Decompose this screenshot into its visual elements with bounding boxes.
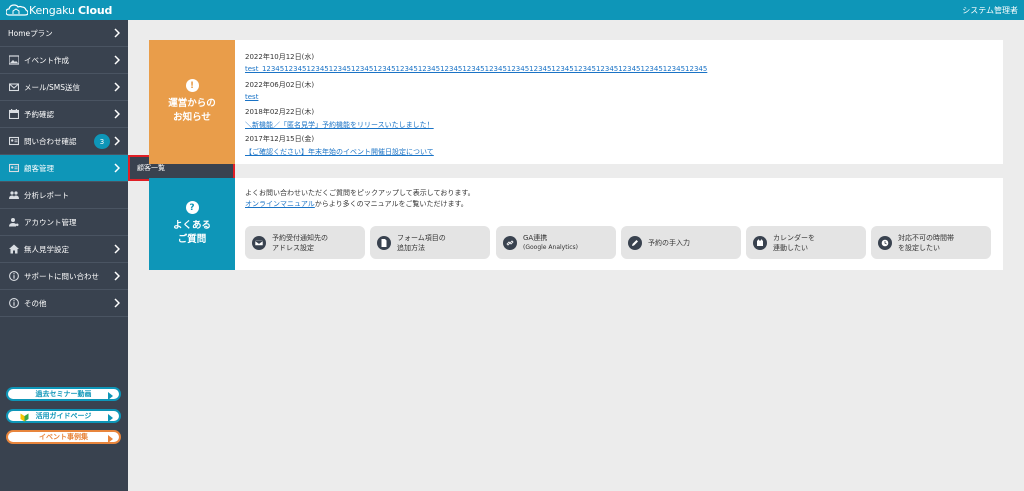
sidebar-item-label: サポートに問い合わせ	[24, 271, 99, 281]
calendar-icon	[753, 235, 767, 250]
sidebar-item-home-plan[interactable]: Homeプラン	[0, 20, 128, 47]
usage-guide-button[interactable]: 活用ガイドページ	[6, 409, 121, 423]
user-gear-icon	[8, 217, 19, 228]
sidebar-item-label: 問い合わせ確認	[24, 136, 77, 146]
inquiry-count-badge: 3	[94, 134, 110, 149]
chevron-right-icon	[114, 271, 121, 281]
link-icon	[503, 235, 517, 250]
sidebar-item-event-create[interactable]: イベント作成	[0, 47, 128, 74]
sidebar-item-reservations[interactable]: 予約確認	[0, 101, 128, 128]
news-item: 2022年10月12日(水) test_12345123451234512345…	[245, 52, 707, 73]
play-arrow-icon	[108, 414, 113, 422]
sidebar-item-label: Homeプラン	[8, 28, 53, 38]
chevron-right-icon	[114, 244, 121, 254]
mail-icon	[252, 235, 266, 250]
logo-text: Kengaku Cloud	[29, 3, 113, 17]
sidebar-item-support[interactable]: サポートに問い合わせ	[0, 263, 128, 290]
info-icon	[8, 298, 19, 309]
chevron-right-icon	[114, 109, 121, 119]
online-manual-link[interactable]: オンラインマニュアル	[245, 200, 315, 208]
sidebar-item-label: アカウント管理	[24, 217, 77, 227]
play-arrow-icon	[108, 435, 113, 443]
faq-title: よくある ご質問	[172, 220, 211, 245]
news-date: 2017年12月15日(金)	[245, 135, 315, 143]
event-case-studies-button[interactable]: イベント事例集	[6, 430, 121, 444]
news-date: 2022年10月12日(水)	[245, 53, 315, 61]
sidebar-item-other[interactable]: その他	[0, 290, 128, 317]
clock-icon	[878, 235, 892, 250]
sidebar-item-label: 顧客管理	[24, 163, 54, 173]
faq-intro: よくお問い合わせいただくご質問をピックアップして表示しております。 オンラインマ…	[245, 189, 475, 208]
sidebar-item-label: イベント作成	[24, 55, 69, 65]
sidebar-item-label: メール/SMS送信	[24, 82, 81, 92]
cloud-house-icon	[6, 4, 28, 16]
sidebar-item-label: 分析レポート	[24, 190, 69, 200]
chevron-right-icon	[114, 28, 121, 38]
news-item: 2017年12月15日(金) 【ご確認ください】年末年始のイベント開催日設定につ…	[245, 134, 434, 157]
id-card-icon	[8, 163, 19, 174]
top-header: Kengaku Cloud システム管理者	[0, 0, 1024, 20]
news-link[interactable]: test	[245, 93, 314, 101]
sidebar-item-label: 無人見学設定	[24, 244, 69, 254]
announcements-header: ! 運営からの お知らせ	[149, 40, 235, 164]
play-arrow-icon	[108, 392, 113, 400]
faq-button-calendar-sync[interactable]: カレンダーを 連動したい	[746, 226, 866, 259]
app-logo[interactable]: Kengaku Cloud	[6, 2, 112, 18]
chevron-right-icon	[114, 298, 121, 308]
sidebar-item-inquiries[interactable]: 問い合わせ確認 3	[0, 128, 128, 155]
mail-icon	[8, 82, 19, 93]
chevron-right-icon	[114, 82, 121, 92]
sidebar-item-customers[interactable]: 顧客管理	[0, 155, 128, 182]
beginner-leaf-icon	[20, 413, 29, 422]
sidebar-item-analytics[interactable]: 分析レポート	[0, 182, 128, 209]
news-date: 2018年02月22日(木)	[245, 108, 315, 116]
sidebar-item-account[interactable]: アカウント管理	[0, 209, 128, 236]
user-name[interactable]: システム管理者	[962, 5, 1018, 16]
sidebar-item-unmanned-tour[interactable]: 無人見学設定	[0, 236, 128, 263]
home-icon	[8, 244, 19, 255]
calendar-icon	[8, 109, 19, 120]
faq-button-notification-address[interactable]: 予約受付通知先の アドレス設定	[245, 226, 365, 259]
document-icon	[377, 235, 391, 250]
exclamation-icon: !	[185, 79, 199, 92]
faq-header: ? よくある ご質問	[149, 178, 235, 270]
faq-button-form-fields[interactable]: フォーム項目の 追加方法	[370, 226, 490, 259]
past-seminar-videos-button[interactable]: 過去セミナー動画	[6, 387, 121, 401]
news-item: 2022年06月02日(木) test	[245, 80, 314, 101]
chevron-right-icon	[114, 136, 121, 146]
news-item: 2018年02月22日(木) ＼新機能／「匿名見学」予約機能をリリースいたしまし…	[245, 107, 434, 130]
chevron-right-icon	[114, 55, 121, 65]
pencil-icon	[628, 235, 642, 250]
users-icon	[8, 190, 19, 201]
sidebar-item-mail-sms[interactable]: メール/SMS送信	[0, 74, 128, 101]
announcements-panel: ! 運営からの お知らせ 2022年10月12日(水) test_1234512…	[149, 40, 1003, 164]
news-date: 2022年06月02日(木)	[245, 81, 315, 89]
sidebar: Homeプラン イベント作成 メール/SMS送信 予約確認 問い合わせ確認 3 …	[0, 20, 128, 491]
faq-button-unavailable-hours[interactable]: 対応不可の時間帯 を設定したい	[871, 226, 991, 259]
image-icon	[8, 55, 19, 66]
announcements-title: 運営からの お知らせ	[168, 98, 216, 123]
news-link[interactable]: ＼新機能／「匿名見学」予約機能をリリースいたしました！	[245, 120, 434, 130]
question-icon: ?	[185, 201, 199, 214]
sidebar-item-label: 予約確認	[24, 109, 54, 119]
faq-button-manual-reservation[interactable]: 予約の手入力	[621, 226, 741, 259]
faq-button-ga-integration[interactable]: GA連携 (Google Analytics)	[496, 226, 616, 259]
news-link[interactable]: 【ご確認ください】年末年始のイベント開催日設定について	[245, 147, 434, 157]
info-icon	[8, 271, 19, 282]
chevron-right-icon	[114, 163, 121, 173]
id-card-icon	[8, 136, 19, 147]
sidebar-item-label: その他	[24, 298, 47, 308]
faq-panel: ? よくある ご質問 よくお問い合わせいただくご質問をピックアップして表示してお…	[149, 178, 1003, 270]
news-link[interactable]: test_12345123451234512345123451234512345…	[245, 65, 707, 73]
